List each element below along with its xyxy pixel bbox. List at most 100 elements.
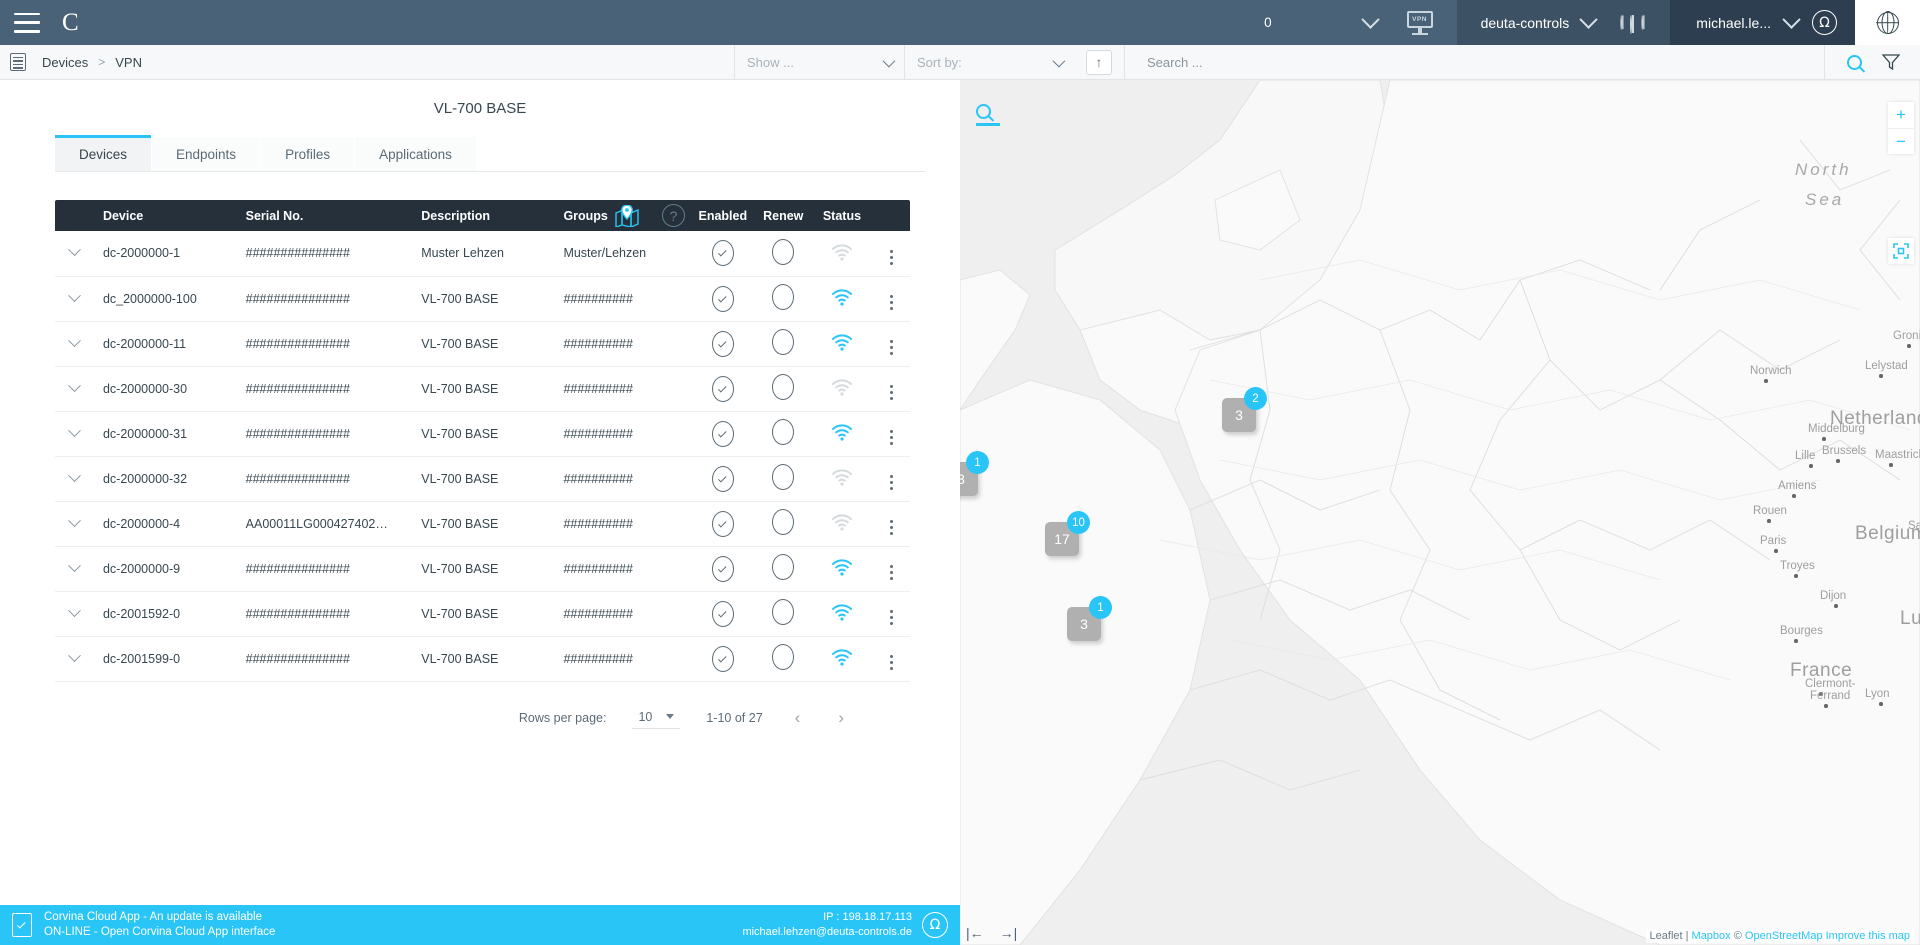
rows-per-page-select[interactable]: 10 (632, 708, 680, 729)
breadcrumb-item-devices[interactable]: Devices (42, 55, 88, 70)
cell-enabled[interactable] (690, 636, 755, 681)
cell-actions[interactable] (872, 321, 910, 366)
row-expand-cell[interactable] (55, 636, 95, 681)
cell-actions[interactable] (872, 276, 910, 321)
row-menu-icon[interactable] (890, 250, 893, 265)
table-row[interactable]: dc-2000000-1###############Muster Lehzen… (55, 231, 910, 276)
chevron-down-icon[interactable] (69, 469, 82, 482)
table-row[interactable]: dc-2001599-0###############VL-700 BASE##… (55, 636, 910, 681)
enabled-toggle[interactable] (712, 511, 734, 537)
cell-enabled[interactable] (690, 456, 755, 501)
column-device[interactable]: Device (95, 200, 238, 231)
cell-actions[interactable] (872, 231, 910, 276)
cell-actions[interactable] (872, 411, 910, 456)
sort-direction-button[interactable]: ↑ (1086, 50, 1112, 75)
chevron-down-icon[interactable] (69, 334, 82, 347)
column-description[interactable]: Description (413, 200, 555, 231)
cell-actions[interactable] (872, 546, 910, 591)
cell-enabled[interactable] (690, 546, 755, 591)
search-input[interactable]: Search ... (1124, 45, 1824, 80)
chevron-down-icon[interactable] (69, 244, 82, 257)
status-omega-icon[interactable]: Ω (922, 912, 948, 938)
filter-funnel-icon[interactable] (1882, 54, 1900, 70)
map-cluster-marker[interactable]: 32 (1222, 398, 1256, 432)
map-nav-back-button[interactable]: |← (966, 925, 984, 941)
row-menu-icon[interactable] (890, 655, 893, 670)
cell-renew[interactable] (755, 231, 811, 276)
table-row[interactable]: dc-2000000-4AA00011LG000427402…VL-700 BA… (55, 501, 910, 546)
column-enabled[interactable]: Enabled (690, 200, 755, 231)
renew-toggle[interactable] (772, 419, 794, 445)
top-bar-dropdown-toggle[interactable] (1334, 16, 1407, 29)
row-expand-cell[interactable] (55, 321, 95, 366)
vpn-monitor-icon[interactable]: VPN (1407, 11, 1433, 35)
tab-applications[interactable]: Applications (355, 137, 476, 171)
cell-actions[interactable] (872, 636, 910, 681)
tab-profiles[interactable]: Profiles (261, 137, 354, 171)
enabled-toggle[interactable] (712, 466, 734, 492)
menu-hamburger-icon[interactable] (14, 13, 40, 33)
renew-toggle[interactable] (772, 599, 794, 625)
row-menu-icon[interactable] (890, 295, 893, 310)
list-view-icon[interactable] (10, 53, 26, 71)
cell-actions[interactable] (872, 366, 910, 411)
row-menu-icon[interactable] (890, 520, 893, 535)
cell-renew[interactable] (755, 591, 811, 636)
help-icon[interactable]: ? (662, 204, 685, 227)
brand-logo[interactable]: C (62, 10, 79, 35)
enabled-toggle[interactable] (712, 240, 734, 266)
row-expand-cell[interactable] (55, 276, 95, 321)
enabled-toggle[interactable] (712, 376, 734, 402)
map-cluster-marker[interactable]: 31 (1067, 607, 1101, 641)
cell-renew[interactable] (755, 546, 811, 591)
cell-renew[interactable] (755, 456, 811, 501)
tenant-selector[interactable]: deuta-controls (1457, 0, 1671, 45)
map-zoom-in-button[interactable]: + (1888, 102, 1914, 128)
attribution-link-osm[interactable]: OpenStreetMap (1745, 930, 1823, 942)
attribution-link-improve[interactable]: Improve this map (1826, 930, 1910, 942)
cell-actions[interactable] (872, 591, 910, 636)
table-row[interactable]: dc-2000000-30###############VL-700 BASE#… (55, 366, 910, 411)
cell-enabled[interactable] (690, 591, 755, 636)
map-cluster-marker[interactable]: 1710 (1045, 522, 1079, 556)
map-pin-icon[interactable] (614, 205, 640, 227)
tab-devices[interactable]: Devices (55, 135, 151, 171)
row-expand-cell[interactable] (55, 501, 95, 546)
row-expand-cell[interactable] (55, 456, 95, 501)
cell-actions[interactable] (872, 501, 910, 546)
row-menu-icon[interactable] (890, 565, 893, 580)
cell-enabled[interactable] (690, 411, 755, 456)
device-map[interactable]: + − NorthSeaDenmarkNetherlandsGermanyPol… (960, 80, 1920, 945)
cell-enabled[interactable] (690, 231, 755, 276)
enabled-toggle[interactable] (712, 646, 734, 672)
map-fit-bounds-button[interactable] (1888, 238, 1914, 264)
cell-renew[interactable] (755, 366, 811, 411)
row-menu-icon[interactable] (890, 475, 893, 490)
table-row[interactable]: dc-2001592-0###############VL-700 BASE##… (55, 591, 910, 636)
renew-toggle[interactable] (772, 464, 794, 490)
renew-toggle[interactable] (772, 284, 794, 310)
cell-renew[interactable] (755, 636, 811, 681)
breadcrumb-item-vpn[interactable]: VPN (115, 55, 142, 70)
chevron-down-icon[interactable] (69, 514, 82, 527)
status-line-2[interactable]: ON-LINE - Open Corvina Cloud App interfa… (44, 925, 275, 940)
enabled-toggle[interactable] (712, 556, 734, 582)
column-status[interactable]: Status (811, 200, 872, 231)
cell-renew[interactable] (755, 411, 811, 456)
cell-renew[interactable] (755, 276, 811, 321)
cell-enabled[interactable] (690, 321, 755, 366)
cell-renew[interactable] (755, 321, 811, 366)
sort-by-select[interactable]: Sort by: (904, 45, 1074, 80)
renew-toggle[interactable] (772, 239, 794, 265)
renew-toggle[interactable] (772, 554, 794, 580)
search-icon[interactable] (1847, 55, 1862, 70)
language-selector[interactable] (1855, 0, 1920, 45)
users-group-icon[interactable] (1620, 12, 1650, 34)
table-row[interactable]: dc-2000000-32###############VL-700 BASE#… (55, 456, 910, 501)
renew-toggle[interactable] (772, 329, 794, 355)
attribution-link-mapbox[interactable]: Mapbox (1692, 930, 1731, 942)
pagination-next-button[interactable]: › (832, 708, 850, 728)
user-menu[interactable]: michael.le... (1670, 0, 1855, 45)
row-expand-cell[interactable] (55, 411, 95, 456)
chevron-down-icon[interactable] (69, 289, 82, 302)
